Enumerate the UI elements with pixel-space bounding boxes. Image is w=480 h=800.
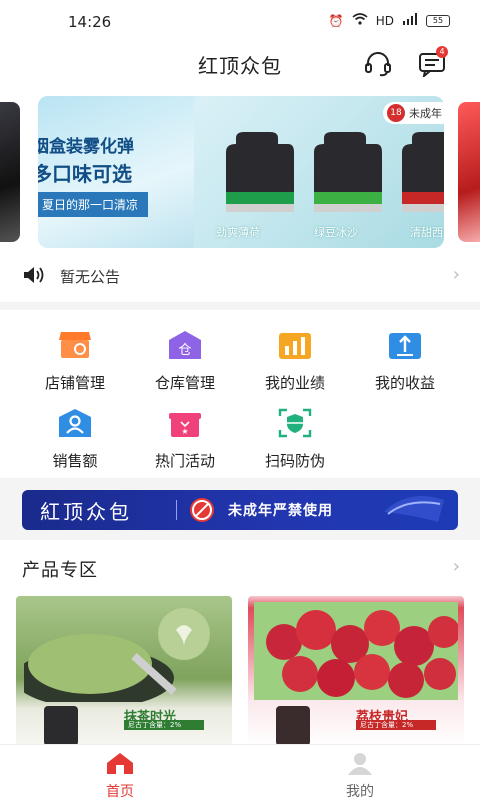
nicotine-tag: 尼古丁含量：2% bbox=[124, 720, 204, 730]
chevron-right-icon: › bbox=[452, 264, 460, 285]
home-icon bbox=[107, 753, 133, 774]
promo-divider bbox=[176, 500, 177, 520]
banner-headline: 烟盒装雾化弹 bbox=[38, 137, 134, 157]
product-card-lychee[interactable]: 荔枝贵妃 尼古丁含量：2% bbox=[248, 596, 464, 746]
lychee-product-image bbox=[254, 602, 458, 700]
menu-item-warehouse[interactable]: 仓 仓库管理 bbox=[130, 330, 240, 393]
earnings-icon bbox=[389, 333, 421, 359]
menu-item-label: 仓库管理 bbox=[154, 374, 215, 392]
product-section: 产品专区 › 抹茶时光 尼古丁含量：2% 荔枝贵妃 尼古丁含量：2% bbox=[0, 540, 480, 746]
menu-item-earnings[interactable]: 我的收益 bbox=[350, 330, 460, 393]
banner-next-slide[interactable] bbox=[458, 102, 480, 242]
tab-label: 首页 bbox=[106, 784, 134, 800]
age-restriction-badge: 18 未成年 bbox=[383, 102, 444, 124]
menu-item-store[interactable]: 店铺管理 bbox=[20, 330, 130, 393]
announcement-text: 暂无公告 bbox=[60, 268, 121, 286]
status-time: 14:26 bbox=[68, 13, 112, 31]
performance-chart-icon bbox=[279, 333, 311, 359]
pod-label-3: 清甜西 bbox=[410, 226, 443, 239]
pod-mint-image bbox=[226, 132, 294, 212]
scan-shield-icon bbox=[278, 408, 312, 438]
customer-service-button[interactable] bbox=[362, 48, 394, 80]
sales-user-icon bbox=[59, 409, 91, 437]
menu-item-hot-events[interactable]: ★ 热门活动 bbox=[130, 408, 240, 471]
top-section: 烟盒装雾化弹 多口味可选 夏日的那一口清凉 18 未成年 劲爽薄荷 绿豆冰沙 清… bbox=[0, 84, 480, 302]
menu-item-label: 扫码防伪 bbox=[264, 452, 325, 470]
svg-text:★: ★ bbox=[181, 427, 188, 436]
menu-item-label: 销售额 bbox=[52, 452, 98, 470]
function-grid: 店铺管理 仓 仓库管理 我的业绩 我的收益 销售额 ★ 热门活动 扫码防伪 bbox=[0, 310, 480, 478]
headset-icon bbox=[365, 52, 391, 77]
tab-home[interactable]: 首页 bbox=[70, 751, 170, 800]
menu-item-label: 店铺管理 bbox=[44, 374, 105, 392]
status-icons: ⏰ HD 55 bbox=[329, 13, 450, 28]
pod-sweet-image bbox=[402, 132, 444, 212]
page-title: 红顶众包 bbox=[198, 54, 282, 78]
banner-subheadline: 多口味可选 bbox=[38, 162, 132, 186]
no-minors-icon bbox=[190, 498, 214, 522]
messages-button[interactable]: 4 bbox=[416, 46, 448, 80]
network-type-label: HD bbox=[375, 13, 394, 28]
message-count-badge: 4 bbox=[436, 46, 448, 58]
store-icon bbox=[59, 332, 91, 358]
age-18-icon: 18 bbox=[387, 104, 405, 122]
battery-icon: 55 bbox=[426, 14, 450, 27]
tab-label: 我的 bbox=[346, 784, 374, 800]
warehouse-icon: 仓 bbox=[169, 331, 201, 359]
wifi-icon bbox=[352, 13, 368, 28]
alarm-icon: ⏰ bbox=[328, 13, 344, 28]
status-bar: 14:26 ⏰ HD 55 bbox=[0, 0, 480, 44]
pod-mung-bean-image bbox=[314, 132, 382, 212]
promo-warning-text: 未成年严禁使用 bbox=[228, 503, 333, 519]
pod-label-1: 劲爽薄荷 bbox=[216, 226, 260, 239]
matcha-device-image bbox=[44, 706, 78, 746]
svg-text:仓: 仓 bbox=[178, 343, 191, 358]
age-warning-banner[interactable]: 紅顶众包 未成年严禁使用 bbox=[22, 490, 458, 530]
menu-item-scan-verify[interactable]: 扫码防伪 bbox=[240, 408, 350, 471]
menu-item-label: 热门活动 bbox=[154, 452, 215, 470]
device-illustration-icon bbox=[384, 496, 444, 522]
banner-prev-slide[interactable] bbox=[0, 102, 20, 242]
product-card-matcha[interactable]: 抹茶时光 尼古丁含量：2% bbox=[16, 596, 232, 746]
announcement-bar[interactable]: 暂无公告 › bbox=[0, 258, 480, 292]
menu-item-label: 我的收益 bbox=[374, 374, 435, 392]
user-icon bbox=[348, 753, 372, 775]
nicotine-tag: 尼古丁含量：2% bbox=[356, 720, 436, 730]
bottom-tab-bar: 首页 我的 bbox=[0, 744, 480, 800]
section-more-chevron-icon[interactable]: › bbox=[453, 556, 460, 577]
banner-tagline: 夏日的那一口清凉 bbox=[38, 192, 149, 217]
signal-icon bbox=[402, 13, 418, 28]
matcha-product-image bbox=[24, 608, 210, 702]
section-title: 产品专区 bbox=[22, 560, 98, 581]
menu-item-label: 我的业绩 bbox=[264, 374, 325, 392]
app-header: 红顶众包 4 bbox=[0, 44, 480, 84]
age-restriction-text: 未成年 bbox=[409, 107, 442, 120]
pod-label-2: 绿豆冰沙 bbox=[314, 226, 358, 239]
lychee-device-image bbox=[276, 706, 310, 746]
brand-logo-text: 紅顶众包 bbox=[40, 500, 132, 524]
speaker-icon bbox=[24, 267, 44, 283]
menu-item-performance[interactable]: 我的业绩 bbox=[240, 330, 350, 393]
gift-icon: ★ bbox=[169, 413, 201, 437]
menu-item-sales[interactable]: 销售额 bbox=[20, 408, 130, 471]
banner-carousel[interactable]: 烟盒装雾化弹 多口味可选 夏日的那一口清凉 18 未成年 劲爽薄荷 绿豆冰沙 清… bbox=[38, 96, 444, 248]
tab-profile[interactable]: 我的 bbox=[310, 751, 410, 800]
